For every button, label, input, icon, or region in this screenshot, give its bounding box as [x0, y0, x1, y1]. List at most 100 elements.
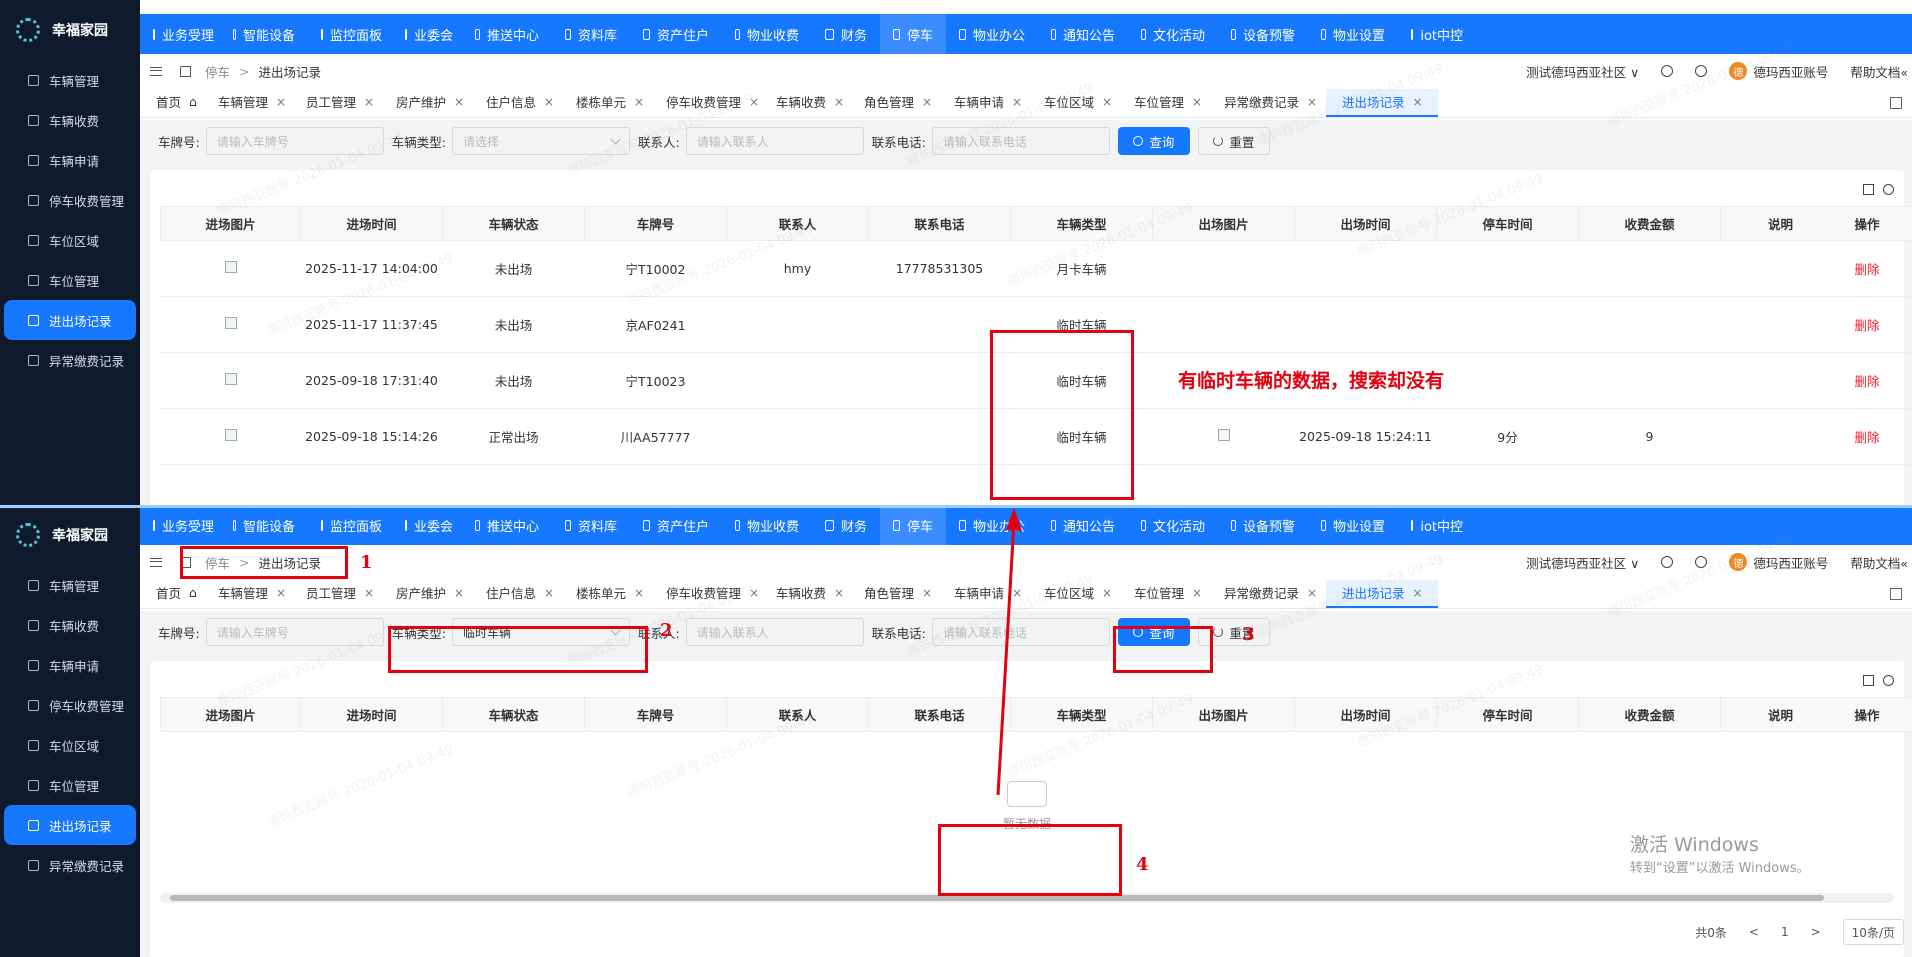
- nav-item-1[interactable]: 智能设备: [220, 14, 308, 54]
- nav-item-5[interactable]: 资料库: [552, 14, 630, 54]
- tab-close-icon[interactable]: ×: [834, 586, 844, 600]
- tab-close-icon[interactable]: ×: [1413, 95, 1423, 109]
- nav-item-13[interactable]: 设备预警: [1218, 14, 1308, 54]
- nav-item-14[interactable]: 物业设置: [1308, 505, 1398, 545]
- bell-icon[interactable]: [1661, 65, 1674, 77]
- reset-button[interactable]: 重置: [1197, 127, 1270, 155]
- tab-close-icon[interactable]: ×: [276, 95, 286, 109]
- nav-item-10[interactable]: 物业办公: [946, 14, 1038, 54]
- tab-close-icon[interactable]: ×: [749, 586, 759, 600]
- tab-7[interactable]: 车辆收费 ×: [760, 580, 848, 608]
- tab-6[interactable]: 停车收费管理 ×: [650, 580, 760, 608]
- sidebar-item-2[interactable]: 车辆申请: [4, 645, 136, 685]
- nav-item-4[interactable]: 推送中心: [462, 14, 552, 54]
- tab-8[interactable]: 角色管理 ×: [848, 580, 938, 608]
- tab-close-icon[interactable]: ×: [364, 586, 374, 600]
- plate-input[interactable]: 请输入车牌号: [205, 127, 384, 155]
- sidebar-item-6[interactable]: 进出场记录: [4, 805, 136, 845]
- tab-close-icon[interactable]: ×: [834, 95, 844, 109]
- tab-8[interactable]: 角色管理 ×: [848, 89, 938, 117]
- tab-close-icon[interactable]: ×: [634, 95, 644, 109]
- tab-close-icon[interactable]: ×: [454, 586, 464, 600]
- nav-item-10[interactable]: 物业办公: [946, 505, 1038, 545]
- tab-12[interactable]: 异常缴费记录 ×: [1208, 89, 1326, 117]
- tab-12[interactable]: 异常缴费记录 ×: [1208, 580, 1326, 608]
- menu-toggle-icon[interactable]: [150, 557, 162, 567]
- nav-item-6[interactable]: 资产住户: [630, 505, 722, 545]
- tab-2[interactable]: 员工管理 ×: [290, 580, 380, 608]
- pager-page[interactable]: 1: [1781, 925, 1789, 939]
- nav-item-2[interactable]: 监控面板: [308, 14, 392, 54]
- nav-item-7[interactable]: 物业收费: [722, 505, 812, 545]
- contact-input[interactable]: 请输入联系人: [685, 618, 864, 646]
- type-select[interactable]: 请选择: [451, 127, 630, 155]
- tab-0[interactable]: 首页 ⌂: [140, 89, 202, 117]
- refresh-table-icon[interactable]: [1883, 184, 1894, 195]
- tab-13[interactable]: 进出场记录 ×: [1326, 579, 1438, 608]
- help-link[interactable]: 帮助文档«: [1850, 62, 1908, 81]
- tab-5[interactable]: 楼栋单元 ×: [560, 580, 650, 608]
- contact-input[interactable]: 请输入联系人: [685, 127, 864, 155]
- delete-link[interactable]: 删除: [1854, 374, 1879, 389]
- community-select[interactable]: 测试德玛西亚社区 ∨: [1526, 62, 1639, 81]
- tab-1[interactable]: 车辆管理 ×: [202, 580, 290, 608]
- tab-close-icon[interactable]: ×: [1102, 95, 1112, 109]
- sidebar-item-1[interactable]: 车辆收费: [4, 605, 136, 645]
- tab-2[interactable]: 员工管理 ×: [290, 89, 380, 117]
- tab-4[interactable]: 住户信息 ×: [470, 89, 560, 117]
- nav-item-0[interactable]: 业务受理: [140, 505, 220, 545]
- tab-close-icon[interactable]: ×: [1012, 586, 1022, 600]
- nav-item-3[interactable]: 业委会: [392, 505, 462, 545]
- tab-close-icon[interactable]: ×: [364, 95, 374, 109]
- tab-close-icon[interactable]: ×: [544, 95, 554, 109]
- sidebar-item-7[interactable]: 异常缴费记录: [4, 340, 136, 380]
- tab-close-icon[interactable]: ×: [922, 586, 932, 600]
- refresh-table-icon[interactable]: [1883, 675, 1894, 686]
- delete-link[interactable]: 删除: [1854, 430, 1879, 445]
- tab-close-icon[interactable]: ×: [1192, 586, 1202, 600]
- tab-close-icon[interactable]: ×: [1102, 586, 1112, 600]
- nav-item-15[interactable]: iot中控: [1398, 14, 1476, 54]
- bell-icon[interactable]: [1661, 556, 1674, 568]
- tab-10[interactable]: 车位区域 ×: [1028, 580, 1118, 608]
- tab-close-icon[interactable]: ×: [922, 95, 932, 109]
- tab-close-icon[interactable]: ×: [276, 586, 286, 600]
- tab-close-icon[interactable]: ×: [544, 586, 554, 600]
- sidebar-item-7[interactable]: 异常缴费记录: [4, 845, 136, 885]
- plate-input[interactable]: 请输入车牌号: [205, 618, 384, 646]
- tab-close-icon[interactable]: ×: [749, 95, 759, 109]
- tab-9[interactable]: 车辆申请 ×: [938, 89, 1028, 117]
- sidebar-item-1[interactable]: 车辆收费: [4, 100, 136, 140]
- home-icon[interactable]: [180, 65, 191, 77]
- account[interactable]: 德德玛西亚账号: [1729, 553, 1828, 572]
- tab-11[interactable]: 车位管理 ×: [1118, 580, 1208, 608]
- tab-11[interactable]: 车位管理 ×: [1118, 89, 1208, 117]
- fullscreen-icon[interactable]: [1863, 675, 1874, 686]
- phone-input[interactable]: 请输入联系电话: [931, 127, 1110, 155]
- sidebar-item-0[interactable]: 车辆管理: [4, 60, 136, 100]
- sidebar-item-4[interactable]: 车位区域: [4, 220, 136, 260]
- nav-item-13[interactable]: 设备预警: [1218, 505, 1308, 545]
- tab-close-icon[interactable]: ×: [1413, 586, 1423, 600]
- tab-13[interactable]: 进出场记录 ×: [1326, 88, 1438, 117]
- breadcrumb-parking[interactable]: 停车: [205, 62, 230, 81]
- tabs-menu-icon[interactable]: [1890, 588, 1902, 600]
- nav-item-4[interactable]: 推送中心: [462, 505, 552, 545]
- menu-toggle-icon[interactable]: [150, 66, 162, 76]
- nav-item-14[interactable]: 物业设置: [1308, 14, 1398, 54]
- tab-5[interactable]: 楼栋单元 ×: [560, 89, 650, 117]
- sidebar-item-3[interactable]: 停车收费管理: [4, 180, 136, 220]
- tab-close-icon[interactable]: ×: [1307, 586, 1317, 600]
- nav-item-5[interactable]: 资料库: [552, 505, 630, 545]
- community-select[interactable]: 测试德玛西亚社区 ∨: [1526, 553, 1639, 572]
- sidebar-item-5[interactable]: 车位管理: [4, 260, 136, 300]
- nav-item-15[interactable]: iot中控: [1398, 505, 1476, 545]
- nav-item-11[interactable]: 通知公告: [1038, 14, 1128, 54]
- tab-6[interactable]: 停车收费管理 ×: [650, 89, 760, 117]
- tab-3[interactable]: 房产维护 ×: [380, 580, 470, 608]
- tab-10[interactable]: 车位区域 ×: [1028, 89, 1118, 117]
- account[interactable]: 德德玛西亚账号: [1729, 62, 1828, 81]
- search-button[interactable]: 查询: [1117, 127, 1190, 155]
- delete-link[interactable]: 删除: [1854, 262, 1879, 277]
- nav-item-6[interactable]: 资产住户: [630, 14, 722, 54]
